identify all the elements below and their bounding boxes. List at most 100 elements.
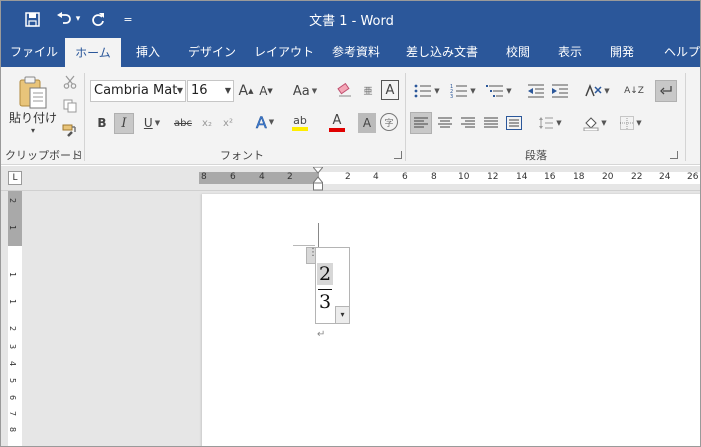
show-formatting-marks-icon[interactable] [655, 80, 677, 102]
grow-font-button[interactable]: A ▲ [237, 81, 255, 101]
subscript-button[interactable]: x₂ [199, 113, 215, 133]
tab-selector[interactable]: L [8, 171, 22, 185]
text-cursor-guide [318, 223, 319, 247]
decrease-indent-icon[interactable] [525, 80, 547, 102]
fraction-denominator[interactable]: 3 [317, 291, 333, 313]
chevron-down-icon: ▼ [556, 119, 562, 127]
text-effects-button[interactable]: A ▼ [251, 111, 279, 133]
change-case-button[interactable]: Aa ▼ [289, 81, 321, 101]
clear-formatting-icon[interactable] [335, 80, 355, 100]
equation-drag-handle[interactable]: ⋮ [306, 247, 318, 264]
font-name-combo[interactable]: Cambria Mat ▼ [90, 80, 186, 102]
italic-button[interactable]: I [114, 113, 134, 134]
ruler-number: 10 [458, 172, 470, 182]
ruler-number: 8 [8, 426, 18, 433]
ruler-number: 4 [259, 172, 265, 182]
increase-indent-icon[interactable] [549, 80, 571, 102]
tab-references[interactable]: 参考資料 [326, 37, 386, 67]
phonetic-guide-button[interactable]: 亜 [359, 80, 377, 100]
distributed-icon[interactable] [503, 112, 525, 134]
highlight-button[interactable]: ab [284, 111, 316, 135]
tab-design[interactable]: デザイン [181, 37, 243, 67]
tab-insert[interactable]: 挿入 [127, 37, 169, 67]
ruler-number: 8 [431, 172, 437, 182]
font-color-swatch [329, 128, 345, 132]
chevron-down-icon: ▼ [506, 87, 512, 95]
character-border-button[interactable]: A [381, 80, 399, 100]
superscript-button[interactable]: x² [220, 113, 236, 133]
font-size-combo[interactable]: 16 ▼ [187, 80, 234, 102]
indent-marker-icon[interactable] [311, 166, 325, 191]
ruler-number: 6 [402, 172, 408, 182]
format-painter-icon[interactable] [61, 121, 79, 139]
tab-developer[interactable]: 開発 [601, 37, 643, 67]
cut-icon[interactable] [61, 73, 79, 91]
paragraph-shading-icon[interactable]: ▼ [579, 112, 611, 134]
tab-layout[interactable]: レイアウト [251, 37, 317, 67]
change-case-label: Aa [292, 83, 310, 99]
line-spacing-icon[interactable]: ▼ [535, 112, 565, 134]
copy-icon[interactable] [61, 97, 79, 115]
ruler-number: 26 [687, 172, 699, 182]
equation-options-dropdown[interactable]: ▾ [335, 306, 350, 324]
character-shading-button[interactable]: A [358, 113, 376, 133]
word-window: ▾ = 文書 1 - Word ファイル ホーム 挿入 デザイン レイアウト 参… [0, 0, 701, 447]
justify-icon[interactable] [480, 112, 502, 134]
clipboard-paste-icon[interactable] [13, 73, 53, 113]
ruler-number: 8 [201, 172, 207, 182]
shrink-font-button[interactable]: A ▼ [257, 81, 275, 101]
borders-icon[interactable]: ▼ [615, 112, 647, 134]
ruler-number: 1 [8, 271, 18, 278]
bullets-icon[interactable]: ▼ [411, 80, 443, 102]
font-group-label: フォント [220, 149, 264, 162]
svg-text:3: 3 [450, 94, 453, 98]
document-page[interactable] [202, 194, 700, 446]
tab-view[interactable]: 表示 [549, 37, 591, 67]
underline-button[interactable]: U ▼ [139, 113, 165, 133]
bold-button[interactable]: B [93, 113, 111, 133]
chevron-down-icon: ▼ [154, 119, 161, 127]
ruler-number: 3 [8, 343, 18, 350]
ruler-number: 4 [373, 172, 379, 182]
chevron-down-icon: ▼ [176, 86, 183, 95]
chevron-down-icon: ▼ [434, 87, 440, 95]
title-bar: ▾ = 文書 1 - Word [1, 1, 700, 37]
chevron-down-icon: ▼ [470, 87, 476, 95]
paragraph-group-launcher-icon[interactable] [670, 151, 678, 159]
paste-button-label[interactable]: 貼り付け [9, 109, 57, 125]
asian-layout-icon[interactable]: ▼ [581, 80, 613, 102]
ruler-number: 6 [230, 172, 236, 182]
multilevel-list-icon[interactable]: ▼ [483, 80, 515, 102]
group-separator [84, 73, 85, 161]
ruler-number: 6 [8, 394, 18, 401]
tab-home[interactable]: ホーム [65, 38, 121, 68]
ruler-number: 22 [631, 172, 643, 182]
ruler-number: 2 [8, 325, 18, 332]
paragraph-group-label: 段落 [525, 149, 547, 162]
horizontal-ruler[interactable] [199, 172, 700, 184]
tab-help[interactable]: ヘルプ [654, 37, 700, 67]
numbering-icon[interactable]: 123 ▼ [447, 80, 479, 102]
align-left-icon[interactable] [410, 112, 432, 134]
tab-review[interactable]: 校閲 [497, 37, 539, 67]
fraction-numerator[interactable]: 2 [317, 263, 333, 285]
chevron-down-icon: ▼ [224, 86, 231, 95]
paste-dropdown-arrow[interactable]: ▾ [29, 125, 37, 135]
font-color-button[interactable]: A [321, 111, 353, 135]
chevron-down-icon: ▼ [311, 87, 318, 95]
grow-font-label: A [238, 83, 249, 99]
paragraph-mark-icon: ↵ [317, 329, 326, 340]
enclose-characters-button[interactable]: 字 [380, 113, 398, 131]
font-group-launcher-icon[interactable] [394, 151, 402, 159]
ruler-number: 4 [8, 360, 18, 367]
ruler-number: 16 [544, 172, 556, 182]
tab-file[interactable]: ファイル [7, 37, 61, 67]
align-right-icon[interactable] [457, 112, 479, 134]
strikethrough-button[interactable]: abc [171, 113, 195, 133]
sort-button[interactable]: A↓Z [623, 80, 645, 102]
ribbon-home: 貼り付け ▾ クリップボード Cambria Mat ▼ 16 ▼ A ▲ A ▼ … [1, 67, 700, 165]
align-center-icon[interactable] [434, 112, 456, 134]
tab-mailings[interactable]: 差し込み文書 [397, 37, 487, 67]
clipboard-group-launcher-icon[interactable] [73, 151, 81, 159]
ruler-number: 2 [8, 197, 18, 204]
